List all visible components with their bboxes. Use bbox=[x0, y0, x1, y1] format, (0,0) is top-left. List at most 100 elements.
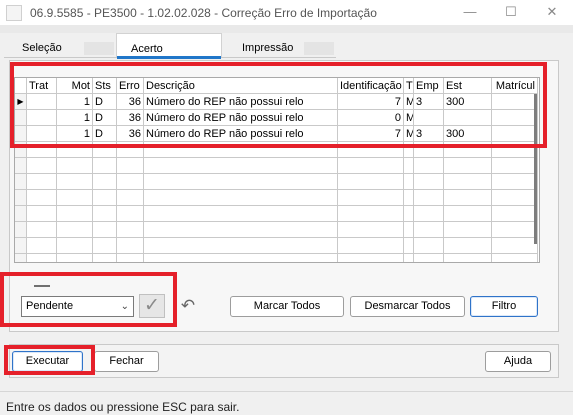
row-selector[interactable] bbox=[15, 110, 27, 126]
table-cell: 3 bbox=[414, 94, 444, 110]
table-row[interactable]: ▶ 1D36Número do REP não possui relo7M3300 bbox=[15, 94, 539, 110]
table-row[interactable] bbox=[15, 238, 539, 254]
tab-label: Acerto bbox=[131, 43, 163, 55]
table-cell bbox=[27, 126, 57, 142]
table-cell bbox=[492, 110, 538, 126]
table-cell: Número do REP não possui relo bbox=[144, 110, 338, 126]
column-header[interactable]: Trat bbox=[27, 78, 57, 94]
maximize-icon[interactable]: ☐ bbox=[504, 4, 518, 20]
status-select[interactable]: Pendente ⌄ bbox=[21, 296, 134, 317]
close-button[interactable]: Fechar bbox=[94, 351, 159, 372]
table-cell bbox=[144, 158, 338, 174]
status-bar-text: Entre os dados ou pressione ESC para sai… bbox=[6, 400, 240, 414]
table-cell bbox=[27, 110, 57, 126]
row-selector[interactable] bbox=[15, 158, 27, 174]
row-selector[interactable] bbox=[15, 126, 27, 142]
tab-selecao[interactable]: Seleção bbox=[8, 33, 114, 57]
table-cell bbox=[117, 190, 144, 206]
table-cell bbox=[444, 238, 492, 254]
table-row[interactable] bbox=[15, 254, 539, 262]
table-cell bbox=[492, 142, 538, 158]
table-cell bbox=[57, 158, 93, 174]
row-selector[interactable]: ▶ bbox=[15, 94, 27, 110]
table-cell: M bbox=[404, 94, 414, 110]
column-header[interactable]: Mot bbox=[57, 78, 93, 94]
table-cell bbox=[338, 238, 404, 254]
help-button[interactable]: Ajuda bbox=[485, 351, 551, 372]
column-header[interactable]: T bbox=[404, 78, 414, 94]
table-cell bbox=[444, 190, 492, 206]
column-header[interactable]: Descrição bbox=[144, 78, 338, 94]
row-selector[interactable] bbox=[15, 238, 27, 254]
column-header[interactable]: Emp bbox=[414, 78, 444, 94]
table-cell bbox=[338, 174, 404, 190]
status-select-value: Pendente bbox=[26, 300, 74, 312]
table-cell: 36 bbox=[117, 110, 144, 126]
execute-button[interactable]: Executar bbox=[12, 351, 83, 372]
row-selector[interactable] bbox=[15, 222, 27, 238]
errors-grid[interactable]: Trat Mot Sts Erro Descrição Identificaçã… bbox=[14, 77, 540, 263]
row-selector[interactable] bbox=[15, 142, 27, 158]
row-selector[interactable] bbox=[15, 174, 27, 190]
table-cell bbox=[27, 158, 57, 174]
table-cell bbox=[338, 206, 404, 222]
table-cell bbox=[93, 254, 117, 262]
column-header[interactable]: Sts bbox=[93, 78, 117, 94]
table-cell: 300 bbox=[444, 126, 492, 142]
table-row[interactable] bbox=[15, 222, 539, 238]
table-row[interactable] bbox=[15, 174, 539, 190]
undo-icon[interactable]: ↶ bbox=[177, 297, 199, 317]
column-header[interactable]: Erro bbox=[117, 78, 144, 94]
filter-button[interactable]: Filtro bbox=[470, 296, 538, 317]
column-header[interactable]: Identificação bbox=[338, 78, 404, 94]
table-cell bbox=[57, 206, 93, 222]
table-cell bbox=[492, 174, 538, 190]
table-cell: 36 bbox=[117, 126, 144, 142]
column-header[interactable]: Est bbox=[444, 78, 492, 94]
table-cell bbox=[414, 174, 444, 190]
column-header[interactable]: Matrícul bbox=[492, 78, 538, 94]
table-cell bbox=[27, 254, 57, 262]
row-selector[interactable] bbox=[15, 254, 27, 262]
table-cell bbox=[117, 206, 144, 222]
table-cell: 0 bbox=[338, 110, 404, 126]
minimize-icon[interactable]: — bbox=[463, 4, 477, 20]
chevron-down-icon[interactable]: ⌄ bbox=[121, 297, 129, 316]
table-row[interactable] bbox=[15, 158, 539, 174]
table-cell bbox=[404, 174, 414, 190]
table-cell: D bbox=[93, 94, 117, 110]
table-cell bbox=[444, 142, 492, 158]
table-cell bbox=[117, 222, 144, 238]
tab-label: Seleção bbox=[22, 42, 62, 54]
table-cell bbox=[404, 206, 414, 222]
table-row[interactable] bbox=[15, 142, 539, 158]
table-cell bbox=[492, 238, 538, 254]
table-cell bbox=[338, 142, 404, 158]
table-cell bbox=[338, 158, 404, 174]
table-cell bbox=[93, 158, 117, 174]
confirm-check-button[interactable]: ✓ bbox=[139, 294, 165, 318]
table-cell bbox=[338, 254, 404, 262]
table-row[interactable] bbox=[15, 190, 539, 206]
table-cell bbox=[492, 190, 538, 206]
table-row[interactable] bbox=[15, 206, 539, 222]
tab-impressao[interactable]: Impressão bbox=[228, 33, 334, 57]
table-cell bbox=[492, 254, 538, 262]
table-cell bbox=[414, 110, 444, 126]
tab-acerto[interactable]: Acerto bbox=[116, 33, 222, 59]
table-row[interactable]: 1D36Número do REP não possui relo7M3300 bbox=[15, 126, 539, 142]
table-cell bbox=[144, 190, 338, 206]
table-cell bbox=[144, 238, 338, 254]
grid-splitter[interactable] bbox=[34, 285, 50, 287]
table-cell bbox=[27, 238, 57, 254]
table-cell bbox=[144, 174, 338, 190]
close-icon[interactable]: ✕ bbox=[545, 4, 559, 20]
table-row[interactable]: 1D36Número do REP não possui relo0M bbox=[15, 110, 539, 126]
row-selector[interactable] bbox=[15, 206, 27, 222]
table-cell: D bbox=[93, 110, 117, 126]
table-cell bbox=[57, 174, 93, 190]
grid-scrollbar[interactable] bbox=[534, 94, 537, 244]
unmark-all-button[interactable]: Desmarcar Todos bbox=[350, 296, 465, 317]
row-selector[interactable] bbox=[15, 190, 27, 206]
mark-all-button[interactable]: Marcar Todos bbox=[230, 296, 344, 317]
